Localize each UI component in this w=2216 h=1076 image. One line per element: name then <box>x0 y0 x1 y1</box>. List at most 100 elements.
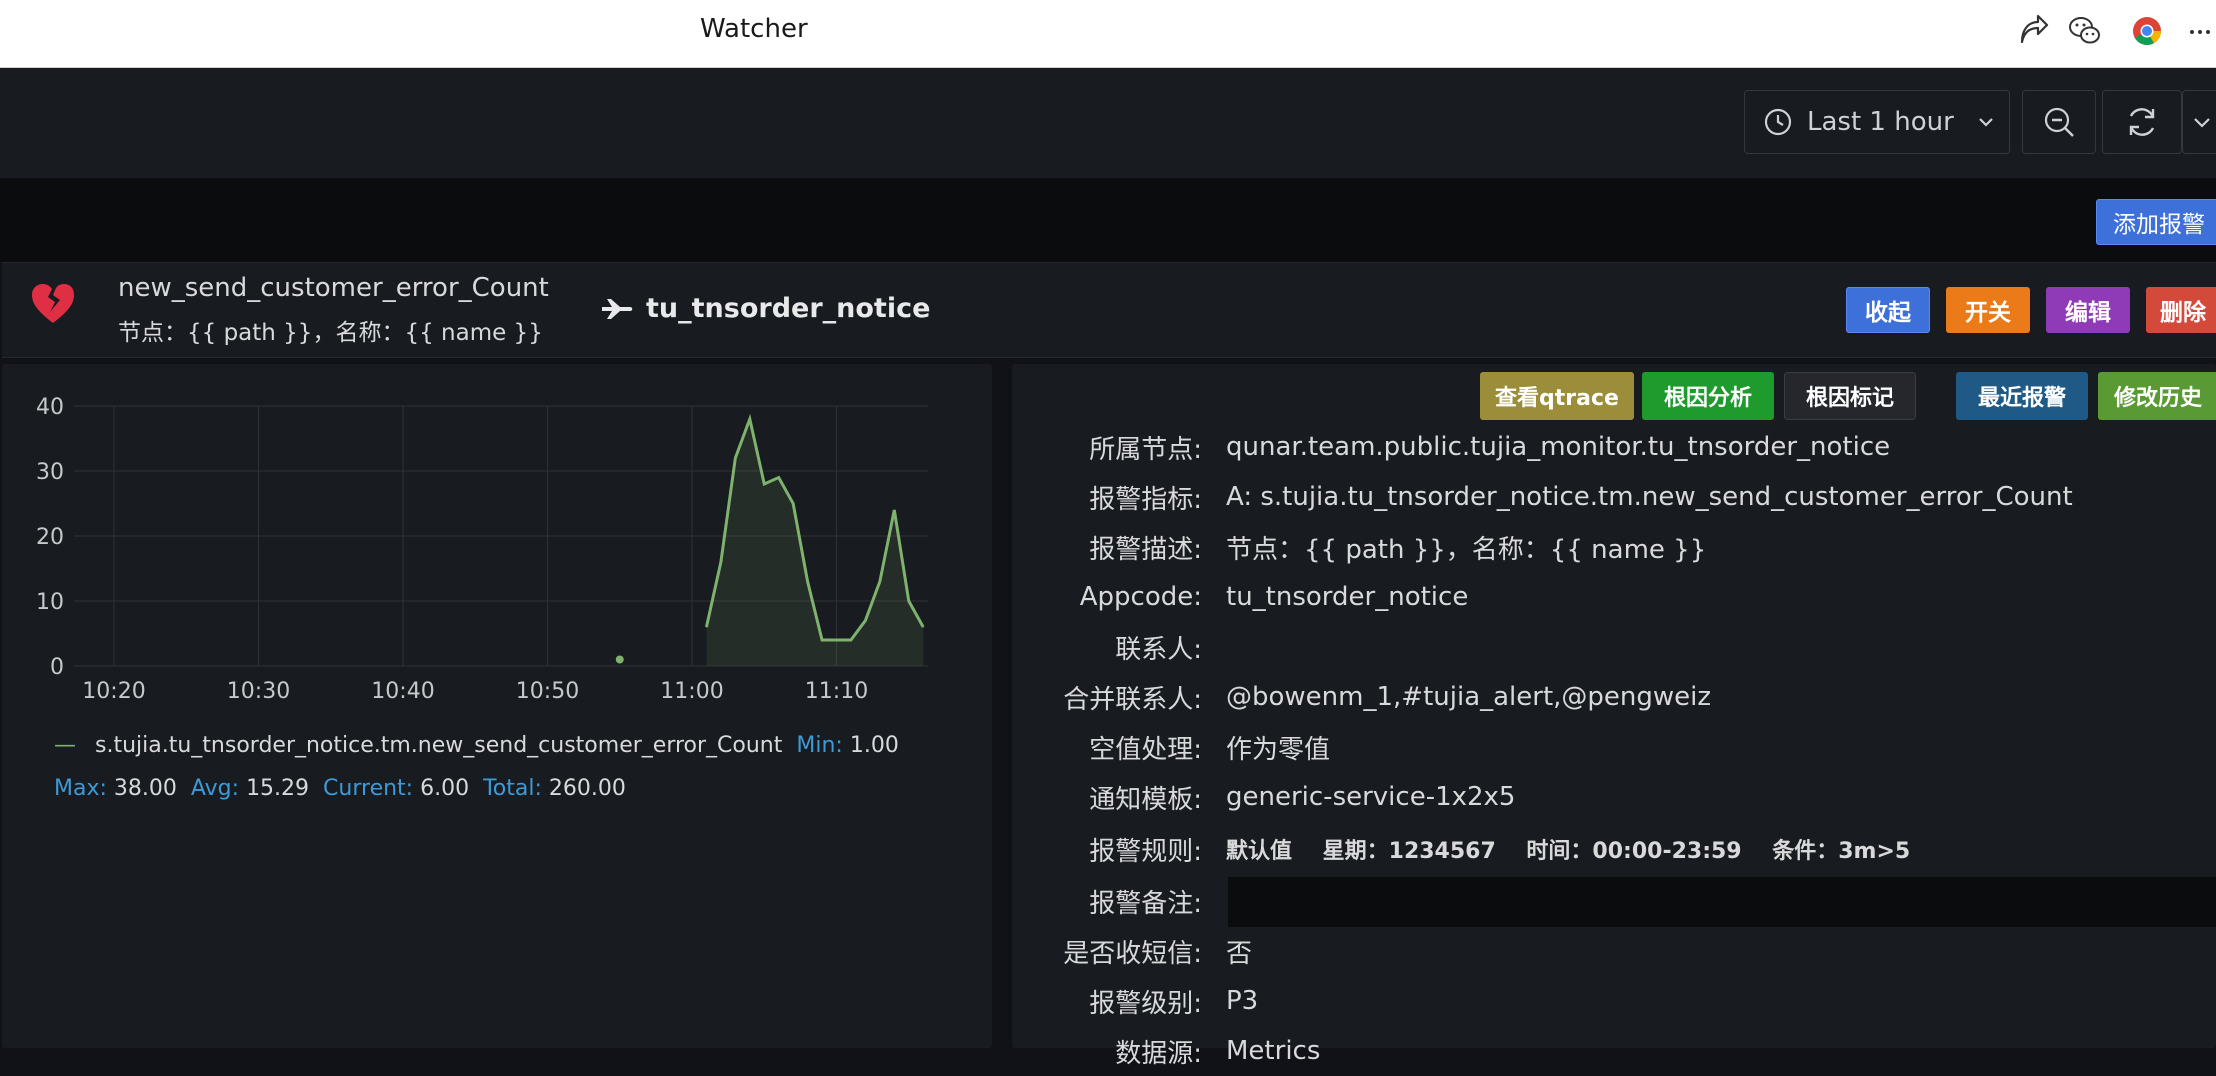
refresh-interval-dropdown[interactable] <box>2182 90 2216 154</box>
legend-max-value: 38.00 <box>113 776 177 801</box>
more-options-icon[interactable] <box>2186 14 2216 48</box>
chart-legend: — s.tujia.tu_tnsorder_notice.tm.new_send… <box>54 724 954 810</box>
detail-value: qunar.team.public.tujia_monitor.tu_tnsor… <box>1226 432 1891 462</box>
dashboard-toolbar: Last 1 hour <box>0 68 2216 178</box>
y-tick-label: 10 <box>36 590 64 615</box>
detail-row-null-handling: 空值处理: 作为零值 <box>1012 722 2216 772</box>
detail-row-datasource: 数据源: Metrics <box>1012 1026 2216 1076</box>
detail-label: 报警指标: <box>1089 484 1202 515</box>
app-label: tu_tnsorder_notice <box>600 293 930 324</box>
time-range-picker[interactable]: Last 1 hour <box>1744 90 2010 154</box>
data-point <box>864 620 866 621</box>
clock-icon <box>1764 108 1792 136</box>
detail-row-metric: 报警指标: A: s.tujia.tu_tnsorder_notice.tm.n… <box>1012 472 2216 522</box>
detail-label: 数据源: <box>1115 1038 1202 1069</box>
detail-label: 报警备注: <box>1089 888 1202 919</box>
edit-history-button[interactable]: 修改历史 <box>2098 372 2216 420</box>
data-point <box>734 457 736 459</box>
x-tick-label: 10:40 <box>371 679 434 704</box>
legend-total-value: 260.00 <box>548 776 626 801</box>
x-tick-label: 11:00 <box>660 679 723 704</box>
detail-row-template: 通知模板: generic-service-1x2x5 <box>1012 772 2216 822</box>
x-tick-label: 10:20 <box>82 679 145 704</box>
zoom-out-button[interactable] <box>2022 90 2096 154</box>
x-tick-label: 10:50 <box>516 679 579 704</box>
share-icon[interactable] <box>2016 14 2050 48</box>
detail-label: 所属节点: <box>1089 434 1202 465</box>
edit-button[interactable]: 编辑 <box>2046 287 2130 333</box>
add-alert-button[interactable]: 添加报警 <box>2096 199 2216 245</box>
detail-value: @bowenm_1,#tujia_alert,@pengweiz <box>1226 682 1712 712</box>
alert-panel-header: new_send_customer_error_Count 节点：{{ path… <box>2 262 2216 358</box>
window-title: Watcher <box>700 14 808 44</box>
data-point <box>778 477 780 478</box>
plane-icon <box>602 298 633 319</box>
legend-series-name[interactable]: s.tujia.tu_tnsorder_notice.tm.new_send_c… <box>95 733 782 758</box>
zoom-out-icon <box>2044 107 2074 137</box>
isolated-data-point <box>615 655 624 664</box>
metric-subtitle: 节点：{{ path }}，名称：{{ name }} <box>118 320 543 346</box>
time-range-label: Last 1 hour <box>1807 107 1954 137</box>
x-tick-label: 11:10 <box>805 679 868 704</box>
detail-label: 报警规则: <box>1089 836 1202 867</box>
series-area <box>706 419 924 666</box>
data-point <box>763 483 765 485</box>
detail-label: Appcode: <box>1079 582 1202 612</box>
detail-value: tu_tnsorder_notice <box>1226 582 1469 612</box>
time-series-chart[interactable]: 0 10 20 30 40 10:20 10:30 10:40 10:50 11:00 11:10 <box>2 364 992 724</box>
detail-value: 否 <box>1226 938 1253 969</box>
detail-value: P3 <box>1226 986 1259 1016</box>
detail-row-rule: 报警规则: 默认值 星期：1234567 时间：00:00-23:59 条件：3… <box>1012 824 2216 874</box>
data-point <box>821 639 823 641</box>
metric-name: new_send_customer_error_Count <box>118 273 549 303</box>
y-tick-label: 30 <box>36 460 64 485</box>
qtrace-button[interactable]: 查看qtrace <box>1480 372 1634 420</box>
data-point <box>720 561 722 563</box>
detail-label: 联系人: <box>1115 634 1202 665</box>
legend-total-label: Total: <box>483 776 542 801</box>
legend-avg-value: 15.29 <box>246 776 310 801</box>
data-point <box>850 639 852 641</box>
x-tick-label: 10:30 <box>227 679 290 704</box>
y-tick-label: 20 <box>36 525 64 550</box>
wechat-icon[interactable] <box>2068 14 2102 48</box>
detail-value: 节点：{{ path }}，名称：{{ name }} <box>1226 534 1707 565</box>
data-point <box>879 581 881 582</box>
detail-row-sms: 是否收短信: 否 <box>1012 926 2216 976</box>
legend-series-marker: — <box>54 733 76 758</box>
collapse-button[interactable]: 收起 <box>1846 287 1930 333</box>
detail-value: generic-service-1x2x5 <box>1226 782 1516 812</box>
detail-row-node: 所属节点: qunar.team.public.tujia_monitor.tu… <box>1012 422 2216 472</box>
detail-row-note: 报警备注: <box>1012 876 2216 927</box>
browser-titlebar: Watcher <box>0 0 2216 68</box>
note-field[interactable] <box>1228 877 2216 927</box>
y-tick-label: 0 <box>50 655 64 680</box>
data-point <box>705 626 707 628</box>
detail-value: A: s.tujia.tu_tnsorder_notice.tm.new_sen… <box>1226 482 2073 512</box>
detail-label: 报警描述: <box>1089 534 1202 565</box>
detail-row-contact: 联系人: <box>1012 622 2216 672</box>
refresh-button[interactable] <box>2102 90 2182 154</box>
toggle-button[interactable]: 开关 <box>1946 287 2030 333</box>
detail-value: Metrics <box>1226 1036 1321 1066</box>
detail-label: 报警级别: <box>1089 988 1202 1019</box>
data-point <box>836 639 837 641</box>
recent-alerts-button[interactable]: 最近报警 <box>1956 372 2088 420</box>
data-point <box>749 418 751 420</box>
app-name: tu_tnsorder_notice <box>646 293 931 324</box>
detail-value: 作为零值 <box>1226 734 1331 765</box>
broken-heart-icon <box>32 284 74 323</box>
y-tick-label: 40 <box>36 395 64 420</box>
chrome-icon[interactable] <box>2130 14 2164 48</box>
data-point <box>922 626 924 628</box>
detail-value: 默认值 星期：1234567 时间：00:00-23:59 条件：3m>5 <box>1226 839 1911 864</box>
root-cause-mark-button[interactable]: 根因标记 <box>1784 372 1916 420</box>
detail-label: 通知模板: <box>1089 784 1202 815</box>
legend-current-value: 6.00 <box>420 776 470 801</box>
root-cause-analysis-button[interactable]: 根因分析 <box>1642 372 1774 420</box>
delete-button[interactable]: 删除 <box>2146 287 2216 333</box>
header-band <box>0 178 2216 262</box>
data-point <box>792 503 794 504</box>
detail-label: 空值处理: <box>1089 734 1202 765</box>
legend-min-value: 1.00 <box>849 733 899 758</box>
